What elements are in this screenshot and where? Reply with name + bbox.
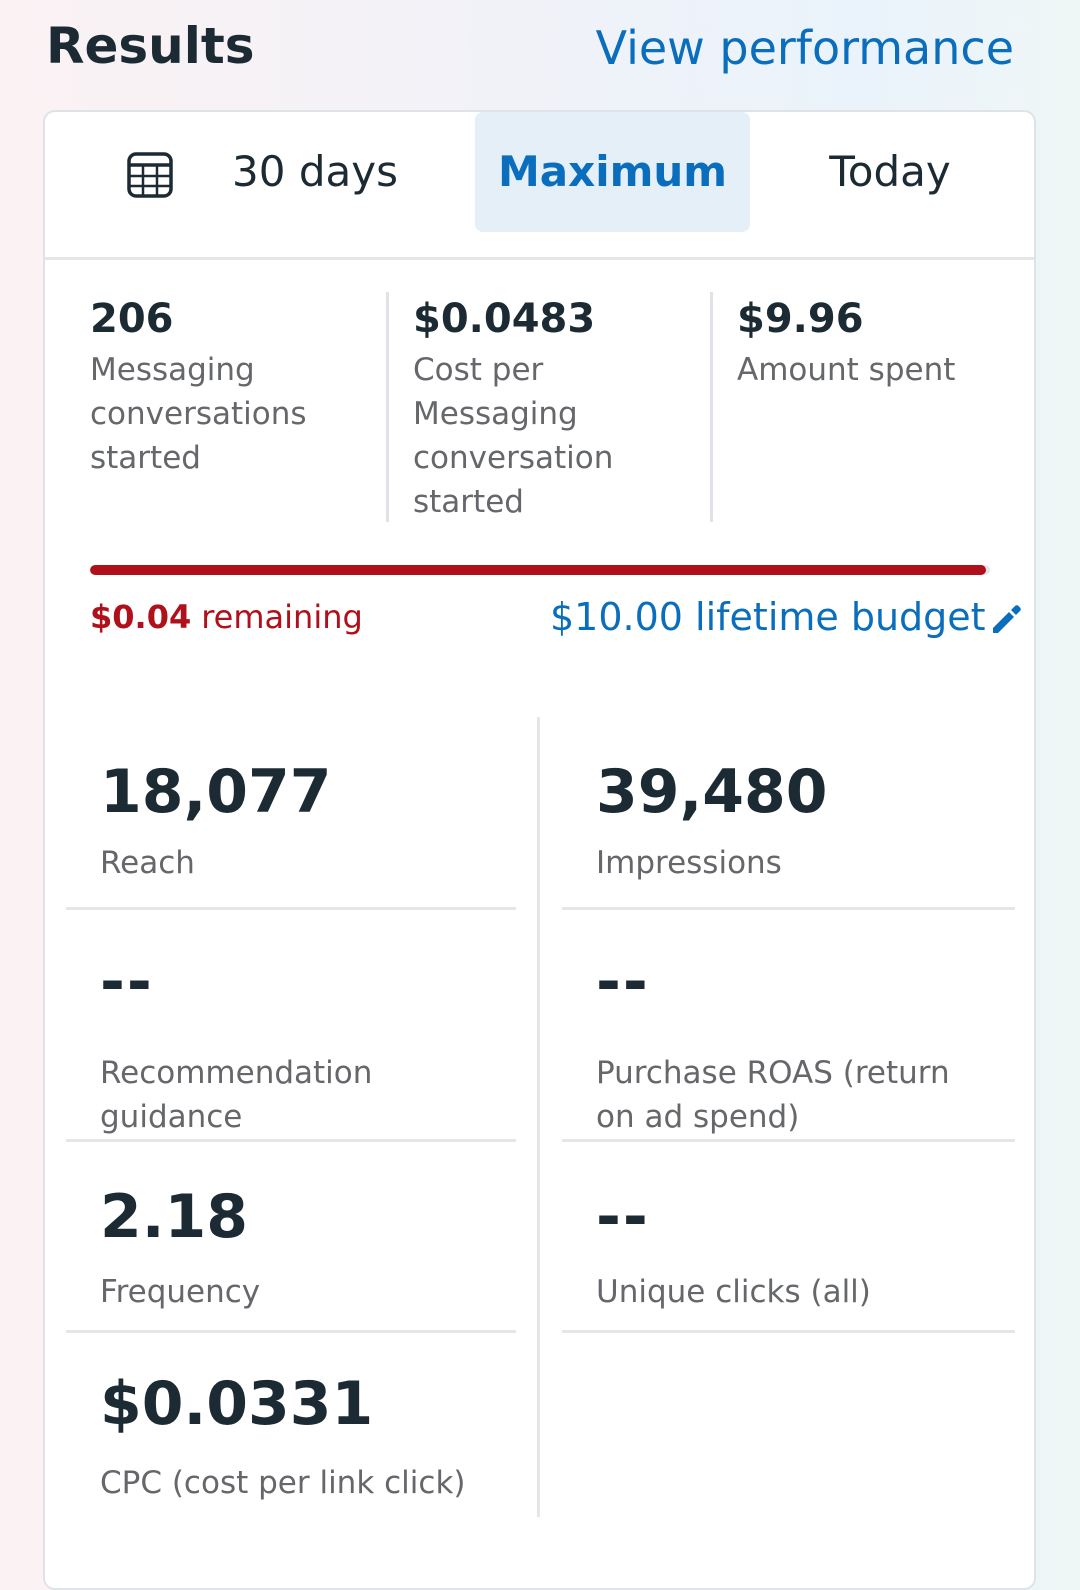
pencil-icon[interactable] <box>988 597 1024 633</box>
summary-label: Messaging conversations started <box>90 352 307 476</box>
metric-label: CPC (cost per link click) <box>100 1465 466 1501</box>
header: Results View performance <box>0 0 1080 100</box>
lifetime-budget-link[interactable]: $10.00 lifetime budget <box>550 590 1024 644</box>
summary-divider <box>710 292 713 522</box>
metrics-grid: 18,077 Reach 39,480 Impressions -- Recom… <box>45 717 1034 1517</box>
row-divider <box>562 1330 1015 1333</box>
summary-divider <box>386 292 389 522</box>
row-divider <box>562 1139 1015 1142</box>
budget-remaining: $0.04 remaining <box>90 592 363 642</box>
metric-reach: 18,077 Reach <box>100 757 520 885</box>
metric-frequency: 2.18 Frequency <box>100 1182 520 1314</box>
results-card: 30 days Maximum Today 206 Messaging conv… <box>43 110 1036 1590</box>
metric-cpc: $0.0331 CPC (cost per link click) <box>100 1369 530 1505</box>
metric-value: -- <box>596 947 650 1017</box>
metric-value: 39,480 <box>596 757 828 827</box>
remaining-text: remaining <box>201 598 363 636</box>
summary-messaging-conversations: 206 Messaging conversations started <box>90 292 385 522</box>
tab-maximum[interactable]: Maximum <box>475 112 750 232</box>
row-divider <box>66 1139 516 1142</box>
metric-label: Frequency <box>100 1274 261 1310</box>
metric-label: Impressions <box>596 845 782 881</box>
remaining-amount: $0.04 <box>90 598 192 636</box>
summary-value: $0.0483 <box>413 296 596 342</box>
budget-progress-fill <box>90 565 987 575</box>
budget-progress-bar <box>90 565 990 575</box>
metric-label: Recommendation guidance <box>100 1055 373 1135</box>
summary-cost-per-conversation: $0.0483 Cost per Messaging conversation … <box>413 292 713 522</box>
metric-impressions: 39,480 Impressions <box>596 757 1016 885</box>
tab-30-days[interactable]: 30 days <box>215 112 415 232</box>
row-divider <box>66 907 516 910</box>
metric-value: 18,077 <box>100 757 332 827</box>
metrics-divider <box>537 717 540 1517</box>
row-divider <box>66 1330 516 1333</box>
summary-label: Amount spent <box>737 352 956 388</box>
metric-value: $0.0331 <box>100 1369 374 1439</box>
calendar-icon[interactable] <box>125 150 175 200</box>
lifetime-budget-text: $10.00 lifetime budget <box>550 595 986 639</box>
metric-value: -- <box>596 1182 650 1252</box>
metric-label: Unique clicks (all) <box>596 1274 871 1310</box>
summary-value: 206 <box>90 296 174 342</box>
summary-value: $9.96 <box>737 296 864 342</box>
metric-value: -- <box>100 947 154 1017</box>
tab-today[interactable]: Today <box>805 112 975 232</box>
metric-purchase-roas: -- Purchase ROAS (return on ad spend) <box>596 947 996 1139</box>
page-title: Results <box>46 17 255 75</box>
metric-label: Reach <box>100 845 195 881</box>
metric-unique-clicks: -- Unique clicks (all) <box>596 1182 1016 1314</box>
view-performance-link[interactable]: View performance <box>596 18 1014 78</box>
date-range-tabs: 30 days Maximum Today <box>45 112 1034 260</box>
summary-amount-spent: $9.96 Amount spent <box>737 292 1017 522</box>
metric-recommendation-guidance: -- Recommendation guidance <box>100 947 520 1139</box>
row-divider <box>562 907 1015 910</box>
summary-label: Cost per Messaging conversation started <box>413 352 614 520</box>
summary-row: 206 Messaging conversations started $0.0… <box>45 292 1034 522</box>
metric-label: Purchase ROAS (return on ad spend) <box>596 1055 950 1135</box>
metric-value: 2.18 <box>100 1182 249 1252</box>
